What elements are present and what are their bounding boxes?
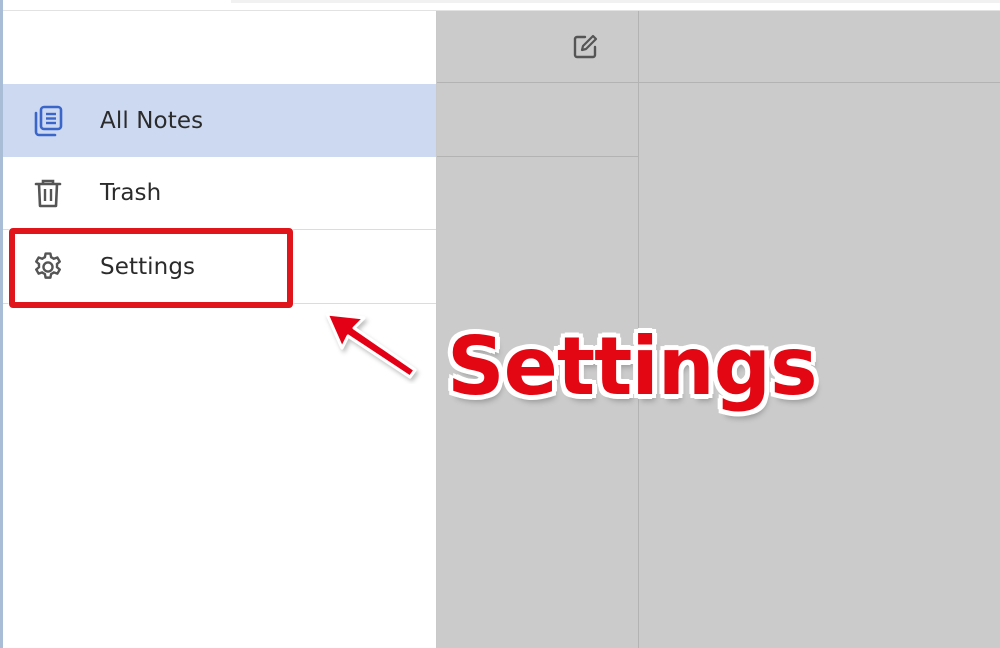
sidebar-item-label: Trash [100,180,162,206]
sidebar-item-label: All Notes [100,107,204,134]
list-item[interactable] [437,83,638,157]
sidebar-item-trash[interactable]: Trash [3,157,436,230]
sidebar-item-all-notes[interactable]: All Notes [3,84,436,157]
new-note-icon[interactable] [569,31,601,63]
pointer-arrow-icon [325,312,417,379]
top-strip [231,0,1000,3]
all-notes-icon [30,103,66,139]
settings-callout-text: Settings [447,320,818,413]
trash-icon [30,175,66,211]
editor-header [639,11,1000,83]
settings-highlight-box [9,228,293,308]
note-list-header [437,11,638,83]
top-bar [3,0,1000,11]
